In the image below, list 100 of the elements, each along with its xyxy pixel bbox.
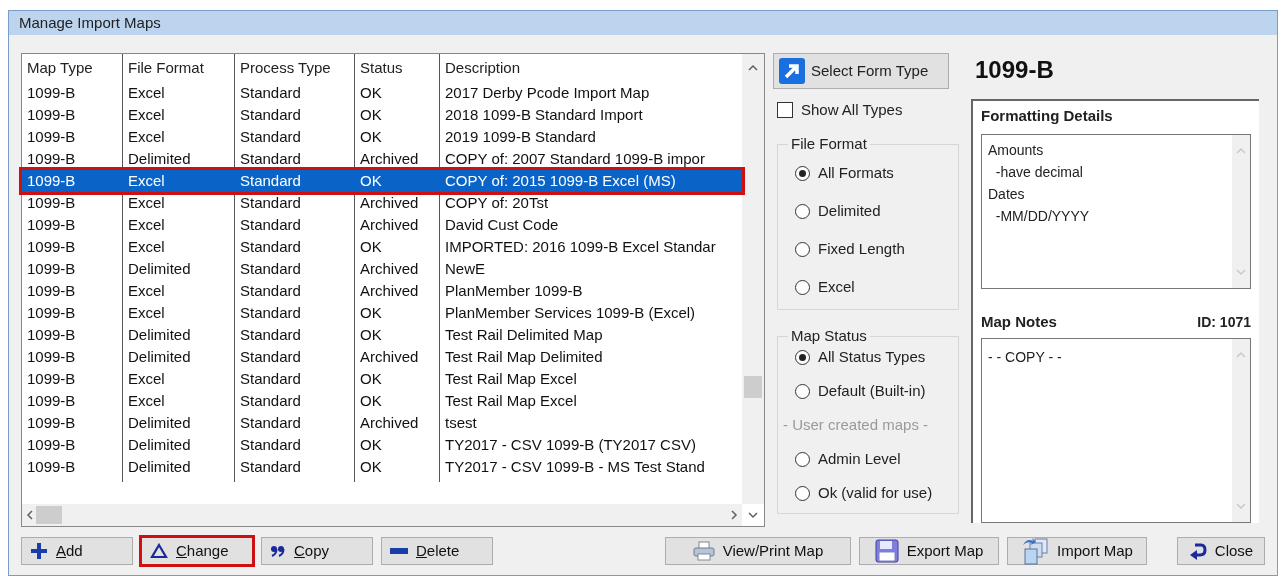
table-cell-text: Excel xyxy=(127,192,166,213)
import-button[interactable]: Import Map xyxy=(1007,537,1147,565)
table-cell-text: 1099-B xyxy=(26,192,77,213)
notes-text: - - COPY - - xyxy=(988,348,1062,365)
table-cell-text: Test Rail Map Excel xyxy=(444,390,578,411)
table-row[interactable]: 1099-B Delimited Standard Archived tsest xyxy=(22,412,742,434)
table-cell-text: OK xyxy=(359,170,383,191)
copy-button[interactable]: Copy xyxy=(261,537,373,565)
table-row[interactable]: 1099-B Excel Standard Archived PlanMember 1099-B xyxy=(22,280,742,302)
radio-button[interactable] xyxy=(795,166,810,181)
table-cell-text: Standard xyxy=(239,280,302,301)
table-cell-text: 1099-B xyxy=(26,148,77,169)
details-line: Amounts xyxy=(988,140,1045,160)
table-cell-text: Archived xyxy=(359,214,420,235)
form-type-heading: 1099-B xyxy=(975,55,1055,85)
table-row[interactable]: 1099-B Excel Standard Archived COPY of: 20Tst xyxy=(22,192,742,214)
table-cell-text: IMPORTED: 2016 1099-B Excel Standar xyxy=(444,236,717,257)
table-row[interactable]: 1099-B Excel Standard OK COPY of: 2015 1099-B Excel (MS) xyxy=(22,170,742,192)
table-row[interactable]: 1099-B Excel Standard OK PlanMember Services 1099-B (Excel) xyxy=(22,302,742,324)
column-header[interactable]: Map Type xyxy=(22,56,123,80)
table-cell-text: COPY of: 2007 Standard 1099-B impor xyxy=(444,148,706,169)
table-row[interactable]: 1099-B Excel Standard OK Test Rail Map Excel xyxy=(22,368,742,390)
table-cell-text: Standard xyxy=(239,346,302,367)
table-cell-text: Excel xyxy=(127,214,166,235)
table-cell-text: 2019 1099-B Standard xyxy=(444,126,597,147)
column-header[interactable]: Description xyxy=(440,56,740,80)
table-row[interactable]: 1099-B Excel Standard OK 2018 1099-B Standard Import xyxy=(22,104,742,126)
print-button[interactable]: View/Print Map xyxy=(665,537,851,565)
radio-button[interactable] xyxy=(795,486,810,501)
table-cell-text: Standard xyxy=(239,170,302,191)
column-header[interactable]: File Format xyxy=(123,56,235,80)
add-button[interactable]: Add xyxy=(21,537,133,565)
table-cell-text: Standard xyxy=(239,148,302,169)
close-button[interactable]: Close xyxy=(1177,537,1265,565)
table-row[interactable]: 1099-B Delimited Standard Archived Test Rail Map Delimited xyxy=(22,346,742,368)
table-cell-text: Standard xyxy=(239,434,302,455)
triangle-icon xyxy=(150,543,168,559)
horizontal-scrollbar[interactable] xyxy=(22,504,742,526)
select-form-type-button[interactable]: Select Form Type xyxy=(773,53,949,89)
table-cell-text: Archived xyxy=(359,412,420,433)
scroll-left-icon[interactable] xyxy=(26,510,33,520)
table-row[interactable]: 1099-B Delimited Standard Archived COPY of: 2007 Standard 1099-B impor xyxy=(22,148,742,170)
column-header[interactable]: Status xyxy=(355,56,440,80)
table-cell-text: OK xyxy=(359,324,383,345)
table-cell-text: PlanMember Services 1099-B (Excel) xyxy=(444,302,697,323)
table-cell-text: tsest xyxy=(444,412,478,433)
export-button[interactable]: Export Map xyxy=(859,537,999,565)
radio-button[interactable] xyxy=(795,280,810,295)
table-cell-text: Standard xyxy=(239,214,302,235)
radio-button[interactable] xyxy=(795,350,810,365)
table-row[interactable]: 1099-B Excel Standard OK Test Rail Map Excel xyxy=(22,390,742,412)
table-row[interactable]: 1099-B Excel Standard OK 2019 1099-B Standard xyxy=(22,126,742,148)
table-row[interactable]: 1099-B Excel Standard OK 2017 Derby Pcode Import Map xyxy=(22,82,742,104)
window-title: Manage Import Maps xyxy=(9,11,1277,35)
table-cell-text: Standard xyxy=(239,236,302,257)
delete-button[interactable]: Delete xyxy=(381,537,493,565)
radio-button[interactable] xyxy=(795,242,810,257)
table-cell-text: Standard xyxy=(239,192,302,213)
table-cell-text: 1099-B xyxy=(26,346,77,367)
table-cell-text: 1099-B xyxy=(26,214,77,235)
printer-icon xyxy=(692,541,715,561)
radio-button[interactable] xyxy=(795,384,810,399)
table-cell-text: OK xyxy=(359,104,383,125)
quote-icon xyxy=(270,545,286,557)
column-header[interactable]: Process Type xyxy=(235,56,355,80)
table-cell-text: NewE xyxy=(444,258,486,279)
radio-button[interactable] xyxy=(795,204,810,219)
table-cell-text: Standard xyxy=(239,82,302,103)
table-cell-text: Excel xyxy=(127,126,166,147)
minus-icon xyxy=(390,548,408,554)
table-row[interactable]: 1099-B Delimited Standard Archived NewE xyxy=(22,258,742,280)
table-cell-text: TY2017 - CSV 1099-B - MS Test Stand xyxy=(444,456,706,477)
table-cell-text: 1099-B xyxy=(26,126,77,147)
table-cell-text: 1099-B xyxy=(26,324,77,345)
table-row[interactable]: 1099-B Delimited Standard OK TY2017 - CSV 1099-B - MS Test Stand xyxy=(22,456,742,478)
scroll-up-icon[interactable] xyxy=(748,64,758,71)
vertical-scrollbar[interactable] xyxy=(742,54,764,504)
scroll-thumb[interactable] xyxy=(36,506,62,524)
table-cell-text: Excel xyxy=(127,170,166,191)
table-row[interactable]: 1099-B Excel Standard Archived David Cust Code xyxy=(22,214,742,236)
table-cell-text: Archived xyxy=(359,192,420,213)
table-cell-text: Excel xyxy=(127,302,166,323)
table-row[interactable]: 1099-B Delimited Standard OK Test Rail Delimited Map xyxy=(22,324,742,346)
table-cell-text: OK xyxy=(359,390,383,411)
checkbox[interactable] xyxy=(777,102,793,119)
table-cell-text: Excel xyxy=(127,104,166,125)
table-cell-text: Delimited xyxy=(127,412,192,433)
table-row[interactable]: 1099-B Excel Standard OK IMPORTED: 2016 1099-B Excel Standar xyxy=(22,236,742,258)
table-row[interactable]: 1099-B Delimited Standard OK TY2017 - CSV 1099-B (TY2017 CSV) xyxy=(22,434,742,456)
radio-label: Fixed Length xyxy=(818,239,905,260)
radio-button[interactable] xyxy=(795,452,810,467)
scroll-right-icon[interactable] xyxy=(731,510,738,520)
scroll-thumb[interactable] xyxy=(744,376,762,398)
table-cell-text: OK xyxy=(359,368,383,389)
table-cell-text: Standard xyxy=(239,104,302,125)
table-cell-text: Standard xyxy=(239,368,302,389)
plus-icon xyxy=(30,542,48,560)
table-cell-text: Test Rail Delimited Map xyxy=(444,324,604,345)
scroll-down-icon[interactable] xyxy=(748,511,758,519)
change-button[interactable]: Change xyxy=(141,537,253,565)
